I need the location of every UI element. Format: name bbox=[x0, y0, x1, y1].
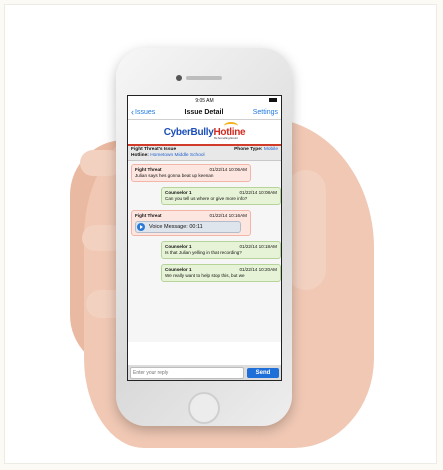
hotline-label: Hotline: bbox=[131, 153, 149, 158]
voice-message-player[interactable]: Voice Message: 00:11 bbox=[135, 221, 241, 233]
message-outgoing: Counselor 1 01/22/14 10:08AM Can you tel… bbox=[161, 187, 281, 205]
message-text: Is that Julian yelling in that recording… bbox=[165, 250, 242, 255]
message-text: Can you tell us where or give more info? bbox=[165, 196, 248, 201]
message-time: 01/22/14 10:20AM bbox=[239, 267, 277, 272]
message-incoming-voice: Fight Threat 01/22/14 10:16AM Voice Mess… bbox=[131, 210, 251, 236]
phone-screen: 9:05 AM ‹ Issues Issue Detail Settings C… bbox=[127, 95, 282, 381]
back-button[interactable]: ‹ Issues bbox=[131, 107, 155, 117]
hand-thumb bbox=[286, 170, 326, 290]
issue-info: Fight Threat's Issue Phone Type: Mobile … bbox=[128, 146, 281, 161]
phone-type-label: Phone Type: bbox=[234, 147, 263, 152]
logo-banner: CyberBullyHotline Be Something About It bbox=[128, 120, 281, 146]
send-button[interactable]: Send bbox=[247, 367, 279, 378]
voice-message-label: Voice Message: 00:11 bbox=[149, 224, 203, 230]
status-time: 9:05 AM bbox=[195, 97, 214, 104]
status-bar: 9:05 AM bbox=[128, 96, 281, 105]
message-text: We really want to help stop this, but we bbox=[165, 273, 245, 278]
message-outgoing: Counselor 1 01/22/14 10:20AM We really w… bbox=[161, 264, 281, 282]
app-logo: CyberBullyHotline Be Something About It bbox=[163, 122, 246, 140]
home-button[interactable] bbox=[188, 392, 220, 424]
hotline-value: Hometown Middle School bbox=[150, 153, 205, 158]
message-incoming: Fight Threat 01/22/14 10:06AM Julian say… bbox=[131, 164, 251, 182]
settings-button[interactable]: Settings bbox=[253, 109, 278, 116]
nav-bar: ‹ Issues Issue Detail Settings bbox=[128, 105, 281, 120]
chevron-left-icon: ‹ bbox=[131, 107, 134, 117]
front-camera bbox=[176, 75, 182, 81]
reply-input[interactable] bbox=[130, 366, 244, 379]
message-time: 01/22/14 10:16AM bbox=[209, 213, 247, 218]
logo-swoosh-icon bbox=[224, 122, 238, 130]
message-thread[interactable]: Fight Threat 01/22/14 10:06AM Julian say… bbox=[128, 161, 281, 342]
logo-part1: CyberBully bbox=[163, 126, 214, 138]
logo-tagline: Be Something About It bbox=[214, 136, 238, 140]
phone-type-value: Mobile bbox=[263, 147, 278, 152]
battery-icon bbox=[269, 98, 277, 102]
compose-bar: Send bbox=[128, 365, 281, 380]
message-outgoing: Counselor 1 01/22/14 10:18AM Is that Jul… bbox=[161, 241, 281, 259]
message-time: 01/22/14 10:06AM bbox=[209, 167, 247, 172]
page-title: Issue Detail bbox=[184, 108, 224, 116]
play-icon[interactable] bbox=[137, 223, 145, 231]
message-sender: Fight Threat bbox=[135, 213, 162, 218]
back-label: Issues bbox=[135, 108, 156, 116]
message-time: 01/22/14 10:18AM bbox=[239, 244, 277, 249]
message-text: Julian says hes gonna beat up keenan bbox=[135, 173, 214, 178]
earpiece-speaker bbox=[186, 76, 222, 80]
